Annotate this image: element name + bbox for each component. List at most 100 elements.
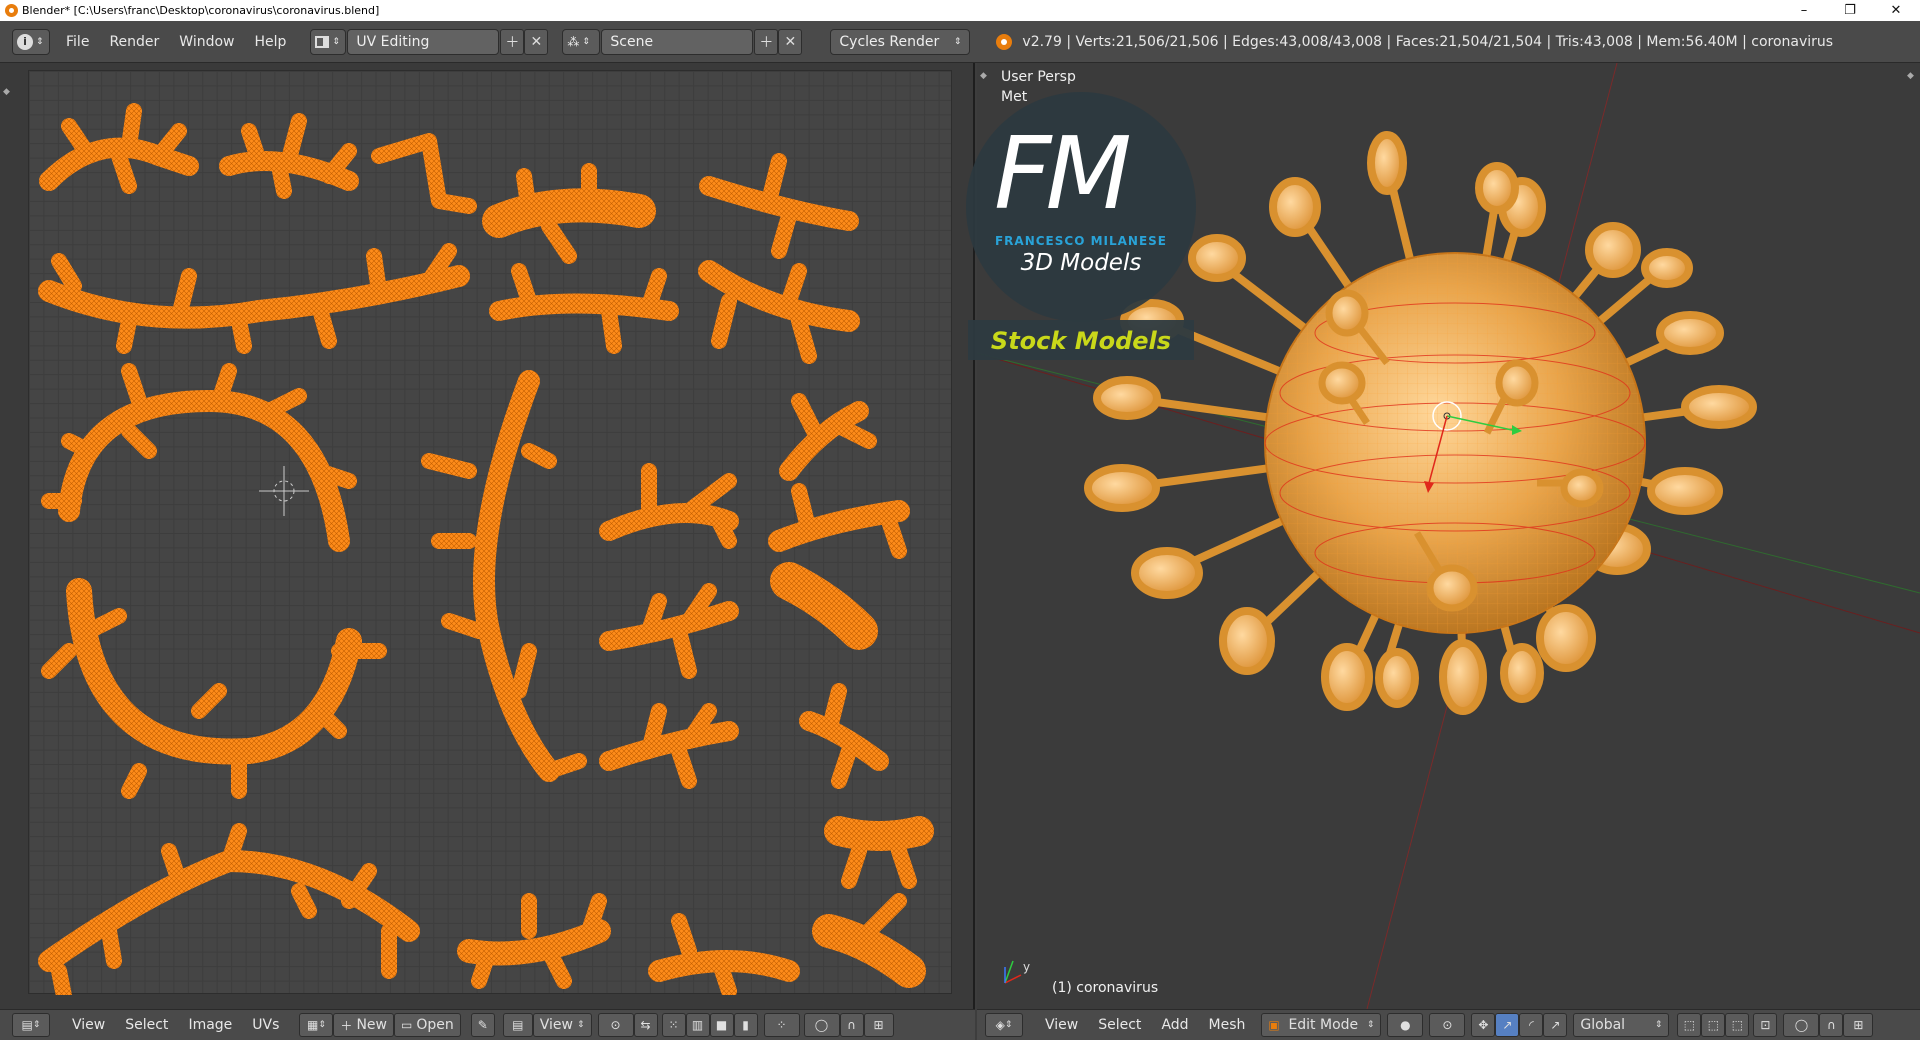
3d-menu-view[interactable]: View [1035, 1017, 1088, 1033]
pivot-dropdown[interactable]: ⊙ [1429, 1013, 1466, 1037]
uv-menu-select[interactable]: Select [115, 1017, 178, 1033]
uv-menu-uvs[interactable]: UVs [242, 1017, 289, 1033]
sticky-select-dropdown[interactable]: ⁘ [763, 1013, 800, 1037]
window-titlebar: Blender* [C:\Users\franc\Desktop\coronav… [0, 0, 1920, 21]
menu-help[interactable]: Help [244, 34, 296, 50]
close-button[interactable]: ✕ [1873, 0, 1919, 21]
sync-selection-button[interactable]: ⇆ [633, 1013, 658, 1037]
render-engine-dropdown[interactable]: Cycles Render ⇕ [830, 28, 971, 55]
uv-island [599, 721, 739, 771]
scene-icon: ⁂ [567, 34, 580, 49]
minimize-button[interactable]: – [1781, 0, 1827, 21]
mode-dropdown[interactable]: ▣ Edit Mode ⇕ [1261, 1013, 1382, 1037]
proportional-edit-dropdown[interactable]: ◯ [1783, 1013, 1820, 1037]
edge-select-button[interactable]: ⬚ [1701, 1013, 1726, 1037]
pin-button[interactable]: ✎ [470, 1013, 495, 1037]
scale-icon: ↗ [1550, 1018, 1561, 1032]
snap-element-dropdown[interactable]: ⊞ [863, 1013, 894, 1037]
watermark-logo: FM FRANCESCO MILANESE 3D Models Stock Mo… [966, 92, 1196, 362]
view-dropdown-label: View [539, 1017, 573, 1033]
area-split-icon[interactable]: ◆ [3, 87, 13, 97]
chevron-updown-icon: ⇕ [32, 1020, 41, 1030]
uv-island [38, 850, 420, 972]
island-select-icon: ▮ [742, 1018, 749, 1032]
uv-menu-image[interactable]: Image [178, 1017, 242, 1033]
uv-island [38, 265, 470, 329]
uv-image-editor[interactable]: ◆ [0, 63, 975, 1009]
edge-select-button[interactable]: ▥ [685, 1013, 710, 1037]
rotate-manipulator-button[interactable]: ◜ [1519, 1013, 1544, 1037]
uv-island [371, 133, 477, 214]
editor-type-button[interactable]: ◈ ⇕ [985, 1013, 1023, 1037]
maximize-button[interactable]: ❐ [1827, 0, 1873, 21]
manipulator-toggle[interactable]: ✥ [1471, 1013, 1496, 1037]
proportional-edit-icon: ◯ [814, 1018, 829, 1032]
vertex-select-button[interactable]: ⬚ [1677, 1013, 1702, 1037]
uv-menu-view[interactable]: View [62, 1017, 115, 1033]
logo-letters: FM [994, 115, 1132, 232]
blender-logo-icon [5, 4, 18, 17]
new-image-button[interactable]: ＋ New [333, 1013, 394, 1037]
image-editor-icon: ▤ [21, 1018, 33, 1032]
plus-icon: ＋ [505, 34, 520, 51]
chevron-updown-icon: ⇕ [1004, 1020, 1013, 1030]
chevron-updown-icon: ⇕ [1366, 1020, 1375, 1030]
3d-view-icon: ◈ [995, 1018, 1005, 1032]
vertex-select-icon: ⁙ [668, 1018, 679, 1032]
open-image-button[interactable]: ▭ Open [393, 1013, 461, 1037]
edit-mode-icon: ▣ [1268, 1018, 1280, 1032]
translate-manipulator-button[interactable]: ↗ [1495, 1013, 1520, 1037]
face-select-button[interactable]: ■ [709, 1013, 734, 1037]
uv-island [599, 601, 739, 651]
chevron-updown-icon: ⇕ [1654, 1020, 1663, 1030]
snap-element-dropdown[interactable]: ⊞ [1843, 1013, 1874, 1037]
vertex-select-button[interactable]: ⁙ [661, 1013, 686, 1037]
scene-selector-button[interactable]: ⁂ ⇕ [562, 28, 601, 55]
menu-file[interactable]: File [56, 34, 99, 50]
shading-dropdown[interactable]: ● [1387, 1013, 1424, 1037]
editor-type-button[interactable]: ▤ ⇕ [12, 1013, 50, 1037]
editor-type-button[interactable]: i ⇕ [12, 28, 50, 55]
sync-icon: ⇆ [640, 1018, 651, 1032]
snap-element-icon: ⊞ [873, 1018, 884, 1032]
proportional-edit-dropdown[interactable]: ◯ [803, 1013, 840, 1037]
delete-scene-button[interactable]: ✕ [778, 28, 803, 55]
uv-grid[interactable] [28, 70, 952, 1004]
view-dropdown[interactable]: View ⇕ [532, 1013, 592, 1037]
face-select-icon: ■ [715, 1018, 728, 1032]
window-title: Blender* [C:\Users\franc\Desktop\coronav… [22, 4, 380, 17]
orientation-dropdown[interactable]: Global ⇕ [1573, 1013, 1670, 1037]
scene-name-field[interactable]: Scene [601, 28, 754, 55]
3d-menu-select[interactable]: Select [1088, 1017, 1151, 1033]
image-browse-button[interactable]: ▦ ⇕ [299, 1013, 334, 1037]
layout-selector-button[interactable]: ⇕ [310, 28, 347, 55]
axis-gizmo [1004, 960, 1022, 984]
magnet-icon: ∩ [847, 1018, 856, 1032]
chevron-updown-icon: ⇕ [36, 36, 44, 47]
proportional-edit-icon: ◯ [1794, 1018, 1809, 1032]
island-select-button[interactable]: ▮ [733, 1013, 758, 1037]
plus-icon: ＋ [759, 34, 774, 51]
face-select-button[interactable]: ⬚ [1725, 1013, 1750, 1037]
3d-menu-mesh[interactable]: Mesh [1199, 1017, 1256, 1033]
image-icon: ▦ [306, 1018, 319, 1032]
menu-window[interactable]: Window [169, 34, 244, 50]
scale-manipulator-button[interactable]: ↗ [1543, 1013, 1568, 1037]
snap-toggle-button[interactable]: ∩ [839, 1013, 864, 1037]
blender-logo-icon [996, 33, 1013, 50]
display-mode-button[interactable]: ▤ [502, 1013, 533, 1037]
occlude-icon: ⊡ [1760, 1018, 1771, 1032]
3d-menu-add[interactable]: Add [1151, 1017, 1198, 1033]
pivot-dropdown[interactable]: ⊙ [597, 1013, 634, 1037]
chevron-updown-icon: ⇕ [576, 1020, 585, 1030]
chevron-updown-icon: ⇕ [582, 36, 590, 47]
2d-cursor [259, 466, 309, 516]
snap-toggle-button[interactable]: ∩ [1819, 1013, 1844, 1037]
layout-name-field[interactable]: UV Editing [347, 28, 500, 55]
occlude-geometry-button[interactable]: ⊡ [1753, 1013, 1778, 1037]
add-scene-button[interactable]: ＋ [754, 28, 779, 55]
magnet-icon: ∩ [1827, 1018, 1836, 1032]
menu-render[interactable]: Render [99, 34, 169, 50]
add-layout-button[interactable]: ＋ [500, 28, 525, 55]
delete-layout-button[interactable]: ✕ [524, 28, 549, 55]
